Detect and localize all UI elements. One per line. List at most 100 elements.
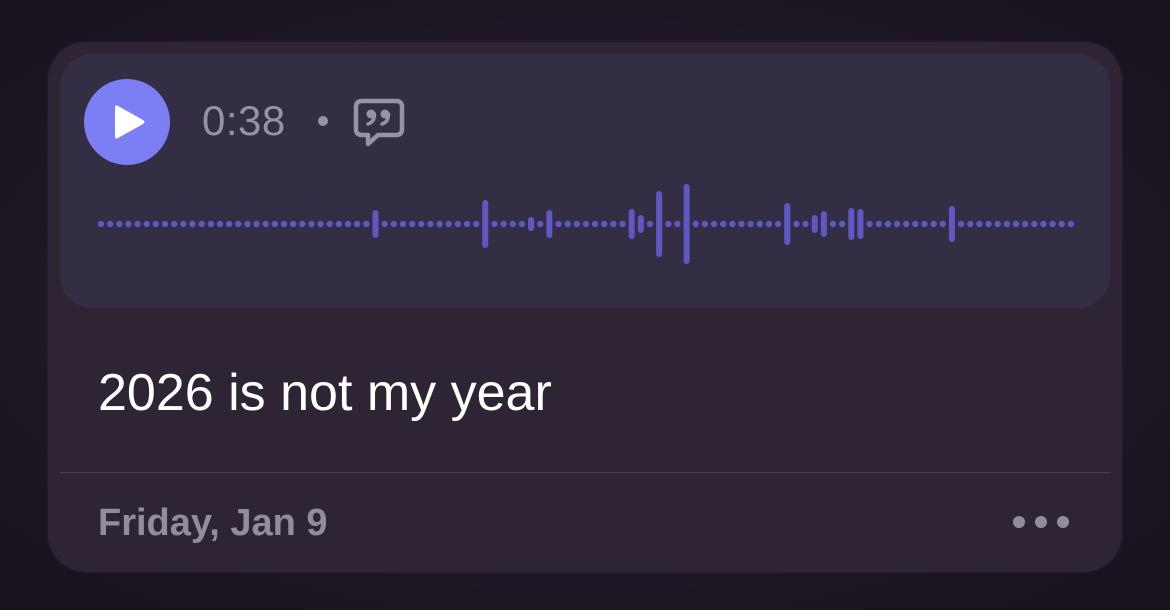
waveform-bar: [811, 215, 818, 233]
waveform-dot: [399, 220, 407, 228]
waveform-dot: [875, 220, 882, 228]
waveform-dot: [985, 220, 992, 228]
voice-memo-card[interactable]: 0:38 2026 is not my year Friday, Jan 9: [48, 42, 1122, 572]
waveform-dot: [143, 220, 150, 228]
waveform-dot: [472, 220, 480, 228]
memo-title: 2026 is not my year: [98, 364, 552, 422]
waveform-dot: [710, 220, 718, 228]
waveform-dot: [408, 220, 416, 228]
waveform-dot: [207, 220, 214, 228]
waveform-bar: [628, 209, 635, 239]
waveform-dot: [354, 220, 361, 228]
waveform-dot: [591, 220, 599, 228]
waveform-dot: [619, 220, 626, 228]
waveform-bar: [848, 208, 855, 240]
waveform-dot: [793, 220, 800, 228]
waveform-dot: [335, 220, 343, 228]
waveform-dot: [921, 220, 928, 228]
waveform-dot: [244, 220, 251, 228]
waveform-dot: [893, 220, 901, 228]
waveform-dot: [912, 220, 919, 228]
waveform-dot: [454, 220, 462, 228]
waveform-dot: [1021, 220, 1029, 228]
waveform-dot: [106, 220, 114, 228]
waveform-dot: [601, 220, 608, 228]
waveform-dot: [445, 220, 452, 228]
waveform-bar: [546, 210, 553, 238]
waveform-dot: [692, 220, 699, 228]
waveform-dot: [994, 220, 1001, 228]
waveform-dot: [171, 220, 178, 228]
waveform-bar: [637, 215, 644, 233]
waveform-dot: [720, 220, 727, 228]
waveform-dot: [344, 220, 352, 228]
ellipsis-icon: [1013, 516, 1069, 528]
waveform-dot: [610, 220, 617, 228]
waveform-bar: [948, 206, 955, 242]
waveform-dot: [262, 220, 269, 228]
waveform-bar: [656, 191, 663, 257]
waveform-bar: [784, 203, 791, 245]
waveform-dot: [436, 220, 443, 228]
waveform-dot: [280, 220, 288, 228]
waveform-dot: [738, 220, 745, 228]
waveform-dot: [582, 220, 590, 228]
waveform-dot: [774, 220, 782, 228]
waveform-bar: [482, 200, 489, 248]
waveform-dot: [701, 220, 709, 228]
waveform-dot: [1040, 220, 1047, 228]
waveform-dot: [646, 220, 654, 228]
duration-label: 0:38: [202, 97, 286, 144]
waveform[interactable]: [96, 174, 1076, 274]
waveform-bar: [857, 209, 864, 239]
waveform-dot: [317, 220, 324, 228]
waveform-dot: [537, 220, 544, 228]
waveform-dot: [116, 220, 123, 228]
waveform-dot: [427, 220, 434, 228]
waveform-dot: [957, 220, 965, 228]
waveform-dot: [308, 220, 315, 228]
waveform-bar: [683, 184, 690, 264]
waveform-dot: [829, 220, 837, 228]
waveform-dot: [939, 220, 946, 228]
quote-bubble-icon[interactable]: [352, 97, 406, 149]
waveform-dot: [884, 220, 892, 228]
waveform-dot: [1067, 220, 1075, 228]
waveform-dot: [381, 220, 388, 228]
waveform-dot: [866, 220, 873, 228]
waveform-dot: [189, 220, 196, 228]
more-button[interactable]: [1006, 504, 1076, 540]
audio-player: 0:38: [60, 54, 1110, 308]
waveform-dot: [802, 220, 809, 228]
waveform-dot: [134, 220, 141, 228]
waveform-dot: [729, 220, 736, 228]
waveform-dot: [180, 220, 187, 228]
waveform-dot: [289, 220, 297, 228]
waveform-dot: [976, 220, 983, 228]
waveform-dot: [838, 220, 846, 228]
waveform-dot: [573, 220, 580, 228]
waveform-dot: [1058, 220, 1065, 228]
waveform-dot: [235, 220, 242, 228]
play-button[interactable]: [84, 79, 170, 165]
play-icon: [115, 105, 145, 139]
waveform-dot: [765, 220, 773, 228]
waveform-dot: [1012, 220, 1020, 228]
waveform-bar: [528, 217, 535, 231]
waveform-dot: [271, 220, 279, 228]
waveform-dot: [463, 220, 471, 228]
waveform-dot: [564, 220, 571, 228]
waveform-dot: [500, 220, 507, 228]
waveform-dot: [97, 220, 105, 228]
waveform-dot: [198, 220, 205, 228]
waveform-dot: [509, 220, 516, 228]
waveform-dot: [930, 220, 937, 228]
waveform-dot: [152, 220, 160, 228]
separator-dot: [318, 116, 328, 126]
waveform-dot: [253, 220, 260, 228]
waveform-dot: [326, 220, 333, 228]
waveform-dot: [967, 220, 974, 228]
waveform-dot: [491, 220, 498, 228]
waveform-bar: [820, 211, 827, 237]
waveform-dot: [674, 220, 681, 228]
